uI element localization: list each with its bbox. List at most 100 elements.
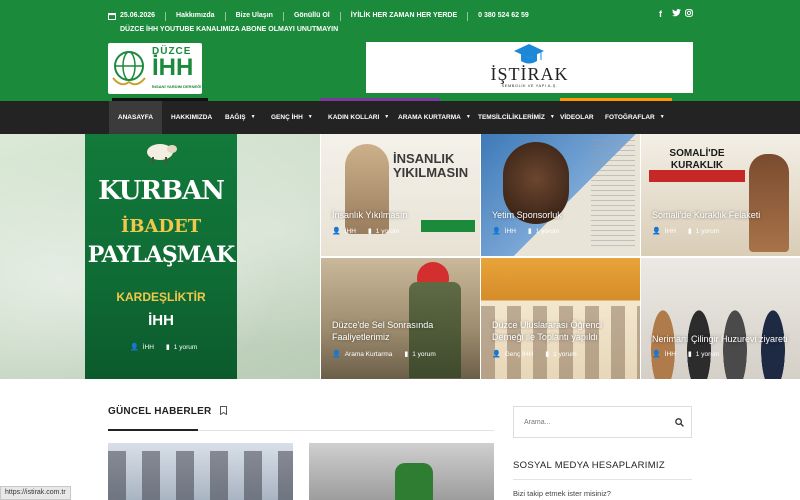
nav-genc-ihh[interactable]: GENÇ İHH ▼ xyxy=(271,101,313,134)
nav-anasayfa[interactable]: ANASAYFA xyxy=(109,101,162,134)
post-category[interactable]: İHH xyxy=(143,344,154,351)
nav-label: FOTOĞRAFLAR xyxy=(605,114,655,121)
chevron-down-icon: ▼ xyxy=(384,114,390,120)
divider xyxy=(224,11,226,21)
poster-org: İHH xyxy=(148,312,174,329)
search-box[interactable] xyxy=(513,406,692,438)
chevron-down-icon: ▼ xyxy=(465,114,471,120)
logo-sub-text: İNSANİ YARDIM DERNEĞİ xyxy=(152,84,202,89)
featured-tile[interactable]: Nerimanı Çilingir Huzurevi ziyareti 👤 İHH… xyxy=(641,258,800,379)
tile-poster-text: İNSANLIK YIKILMASIN xyxy=(393,151,469,180)
news-heading-text: GÜNCEL HABERLER xyxy=(108,406,212,417)
chevron-down-icon: ▼ xyxy=(307,114,313,120)
divider xyxy=(339,11,341,21)
calendar-icon xyxy=(108,13,116,20)
post-comments[interactable]: 1 yorum xyxy=(536,228,559,235)
nav-kadin-kollari[interactable]: KADIN KOLLARI ▼ xyxy=(328,101,389,134)
news-card-image[interactable] xyxy=(108,443,293,500)
post-category[interactable]: İHH xyxy=(665,228,676,235)
post-category[interactable]: İHH xyxy=(665,351,676,358)
child-photo xyxy=(749,154,789,252)
chevron-down-icon: ▼ xyxy=(250,114,256,120)
link-hakkimizda[interactable]: Hakkımızda xyxy=(176,10,215,22)
user-icon: 👤 xyxy=(492,228,501,235)
post-comments[interactable]: 1 yorum xyxy=(412,351,435,358)
topbar-announcement[interactable]: DÜZCE İHH YOUTUBE KANALIMIZA ABONE OLMAY… xyxy=(120,25,338,35)
browser-status-bar: https://istirak.com.tr xyxy=(0,486,71,500)
banner-title: İŞTİRAK xyxy=(490,64,569,84)
nav-hakkimizda[interactable]: HAKKIMIZDA xyxy=(171,101,212,134)
post-category[interactable]: İHH xyxy=(505,228,516,235)
comment-icon: ▮ xyxy=(367,228,372,235)
nav-bagis[interactable]: BAĞIŞ ▼ xyxy=(225,101,256,134)
featured-tile[interactable]: SOMALİ'DE KURAKLIK FELAKETİ! Somali'de K… xyxy=(641,134,800,256)
nav-temsilciliklerimiz[interactable]: TEMSİLCİLİKLERİMİZ ▼ xyxy=(478,101,555,134)
featured-tile[interactable]: Düzce Uluslararası Öğrenci Derneği ile T… xyxy=(481,258,640,379)
globe-hands-icon xyxy=(112,51,146,86)
tile-title[interactable]: Nerimanı Çilingir Huzurevi ziyareti xyxy=(652,333,792,345)
bookmark-icon xyxy=(220,406,228,416)
search-input[interactable] xyxy=(524,407,664,437)
comment-icon: ▮ xyxy=(404,351,409,358)
featured-main-tile[interactable]: KURBAN İBADET PAYLAŞMAK KARDEŞLİKTİR İHH… xyxy=(0,134,320,379)
post-comments[interactable]: 1 yorum xyxy=(696,228,719,235)
tile-meta: 👤 İHH ▮ 1 yorum xyxy=(332,227,399,236)
divider xyxy=(165,11,167,21)
tile-title[interactable]: İnsanlık Yıkılmasın xyxy=(332,209,472,221)
post-comments[interactable]: 1 yorum xyxy=(376,228,399,235)
topbar-phone[interactable]: 0 380 524 62 59 xyxy=(478,10,529,22)
featured-tile[interactable]: Yetim Sponsorluk 👤 İHH ▮ 1 yorum xyxy=(481,134,640,256)
heading-underline xyxy=(108,429,198,431)
user-icon: 👤 xyxy=(130,344,139,351)
comment-icon: ▮ xyxy=(527,228,532,235)
user-icon: 👤 xyxy=(332,351,341,358)
post-comments[interactable]: 1 yorum xyxy=(553,351,576,358)
post-category[interactable]: Genç İHH xyxy=(505,351,534,358)
divider xyxy=(513,479,692,480)
site-logo[interactable]: DÜZCE İHH İNSANİ YARDIM DERNEĞİ xyxy=(108,43,202,94)
nav-label: TEMSİLCİLİKLERİMİZ xyxy=(478,114,545,121)
post-comments[interactable]: 1 yorum xyxy=(174,344,197,351)
news-heading: GÜNCEL HABERLER xyxy=(108,406,228,417)
social-heading: SOSYAL MEDYA HESAPLARIMIZ xyxy=(513,460,665,471)
sponsor-banner[interactable]: İŞTİRAK SEMBOLİK VE YAPI A.Ş. xyxy=(366,42,693,93)
divider xyxy=(282,11,284,21)
topbar-slogan: İYİLİK HER ZAMAN HER YERDE xyxy=(350,12,458,19)
nav-fotograflar[interactable]: FOTOĞRAFLAR ▼ xyxy=(605,101,665,134)
featured-tile[interactable]: Düzce'de Sel Sonrasında Faaliyetlerimiz … xyxy=(321,258,480,379)
link-bize-ulasin[interactable]: Bize Ulaşın xyxy=(236,10,273,22)
nav-label: GENÇ İHH xyxy=(271,114,303,121)
poster-line-paylasmak: PAYLAŞMAK xyxy=(87,242,236,268)
featured-tile[interactable]: İNSANLIK YIKILMASIN İnsanlık Yıkılmasın … xyxy=(321,134,480,256)
search-icon[interactable] xyxy=(675,418,684,427)
comment-icon: ▮ xyxy=(687,351,692,358)
nav-label: VİDEOLAR xyxy=(560,114,594,121)
poster-line-kardeslik: KARDEŞLİKTİR xyxy=(116,290,206,304)
user-icon: 👤 xyxy=(652,351,661,358)
nav-label: ARAMA KURTARMA xyxy=(398,114,461,121)
facebook-icon[interactable]: f xyxy=(659,9,662,19)
tile-meta: 👤 İHH ▮ 1 yorum xyxy=(492,227,559,236)
red-badge xyxy=(649,170,745,182)
twitter-icon[interactable] xyxy=(672,9,681,19)
divider xyxy=(467,11,469,21)
tile-title[interactable]: Yetim Sponsorluk xyxy=(492,209,632,221)
link-gonullu-ol[interactable]: Gönüllü Ol xyxy=(294,10,330,22)
post-category[interactable]: İHH xyxy=(345,228,356,235)
chevron-down-icon: ▼ xyxy=(549,114,555,120)
tile-title[interactable]: Düzce'de Sel Sonrasında Faaliyetlerimiz xyxy=(332,319,452,343)
user-icon: 👤 xyxy=(332,228,341,235)
nav-arama-kurtarma[interactable]: ARAMA KURTARMA ▼ xyxy=(398,101,471,134)
tile-title[interactable]: Düzce Uluslararası Öğrenci Derneği ile T… xyxy=(492,319,632,343)
news-card-image[interactable] xyxy=(309,443,494,500)
post-category[interactable]: Arama Kurtarma xyxy=(345,351,393,358)
nav-videolar[interactable]: VİDEOLAR xyxy=(560,101,594,134)
featured-main-meta: 👤 İHH ▮ 1 yorum xyxy=(130,343,197,352)
banner-subtitle: SEMBOLİK VE YAPI A.Ş. xyxy=(501,83,558,88)
tile-meta: 👤 Arama Kurtarma ▮ 1 yorum xyxy=(332,350,436,359)
user-icon: 👤 xyxy=(652,228,661,235)
instagram-icon[interactable] xyxy=(685,9,693,19)
post-comments[interactable]: 1 yorum xyxy=(696,351,719,358)
tile-title[interactable]: Somali'de Kuraklık Felaketi xyxy=(652,209,792,221)
top-bar: 25.06.2026 Hakkımızda Bize Ulaşın Gönüll… xyxy=(0,0,800,42)
